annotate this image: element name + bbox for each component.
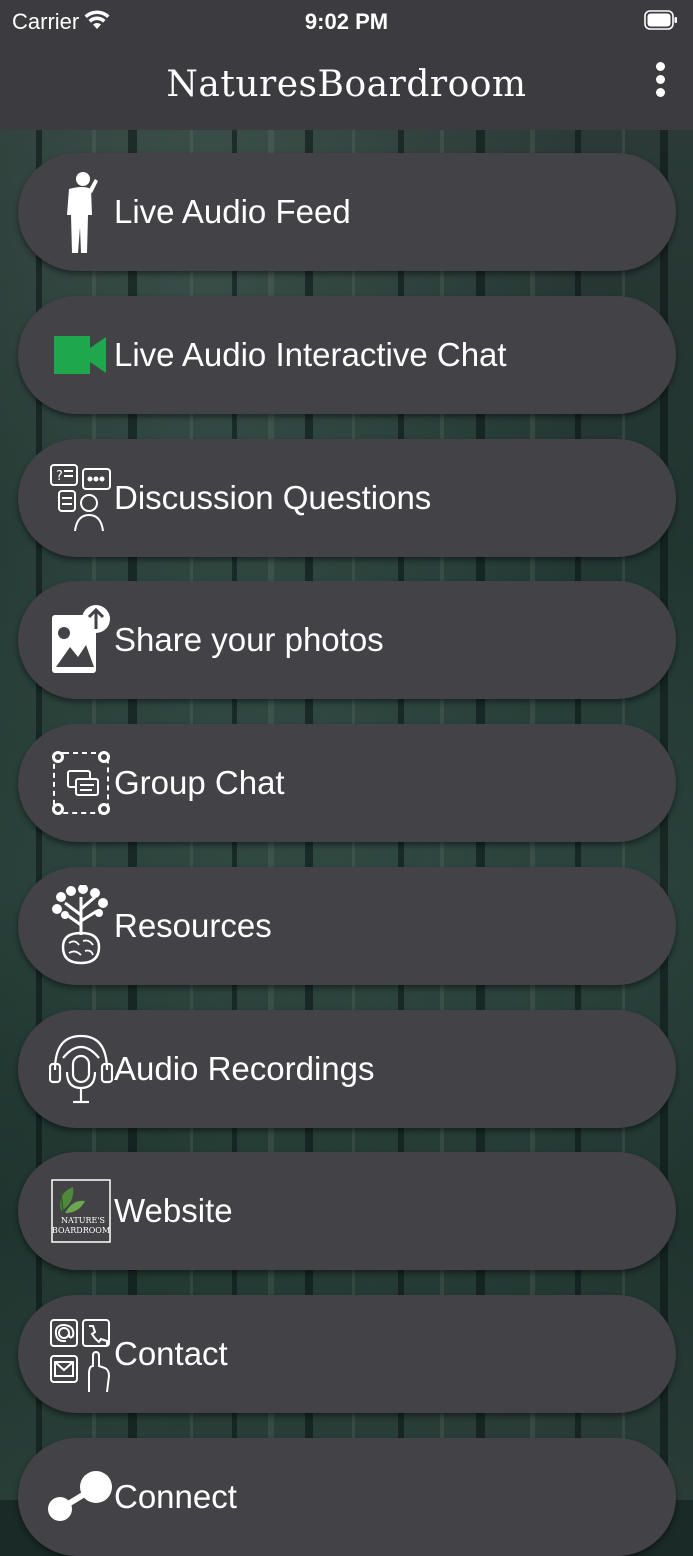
menu-item-label: Share your photos [114,621,384,658]
photo-upload-icon [36,595,126,685]
menu-item-label: Live Audio Feed [114,193,351,230]
menu-item-discussion-questions[interactable]: ? Discussion Questions [18,439,676,557]
menu-item-contact[interactable]: Contact [18,1295,676,1413]
menu-item-audio-recordings[interactable]: Audio Recordings [18,1010,676,1128]
menu-item-connect[interactable]: Connect [18,1438,676,1556]
menu-item-label: Discussion Questions [114,479,432,516]
contact-icon [36,1309,126,1399]
app-title: NaturesBoardroom [166,64,527,105]
menu-item-share-photos[interactable]: Share your photos [18,581,676,699]
svg-text:BOARDROOM: BOARDROOM [52,1226,110,1235]
menu-item-live-audio-interactive-chat[interactable]: Live Audio Interactive Chat [18,296,676,414]
menu-item-label: Connect [114,1478,237,1515]
share-icon [36,1452,126,1542]
menu-item-label: Resources [114,907,272,944]
menu-item-group-chat[interactable]: Group Chat [18,724,676,842]
podcast-mic-icon [36,1024,126,1114]
discussion-icon: ? [36,453,126,543]
more-options-icon[interactable] [648,62,672,102]
menu-item-label: Website [114,1192,233,1229]
menu-item-label: Group Chat [114,764,285,801]
menu-item-live-audio-feed[interactable]: Live Audio Feed [18,153,676,271]
main-menu: Live Audio Feed Live Audio Interactive C… [0,130,693,1556]
group-chat-icon [36,738,126,828]
natures-boardroom-logo-icon: NATURE'S BOARDROOM [36,1166,126,1256]
video-camera-icon [36,310,126,400]
person-speaking-icon [36,167,126,257]
clock: 9:02 PM [304,9,389,34]
nav-bar: NaturesBoardroom [0,44,693,130]
svg-text:NATURE'S: NATURE'S [61,1216,105,1225]
svg-text:?: ? [56,469,63,484]
menu-item-label: Contact [114,1335,228,1372]
menu-item-label: Live Audio Interactive Chat [114,336,507,373]
menu-item-label: Audio Recordings [114,1050,375,1087]
battery-icon [644,10,677,30]
status-bar: Carrier 9:02 PM [0,0,693,44]
tree-brain-icon [36,881,126,971]
menu-item-website[interactable]: NATURE'S BOARDROOM Website [18,1152,676,1270]
menu-item-resources[interactable]: Resources [18,867,676,985]
